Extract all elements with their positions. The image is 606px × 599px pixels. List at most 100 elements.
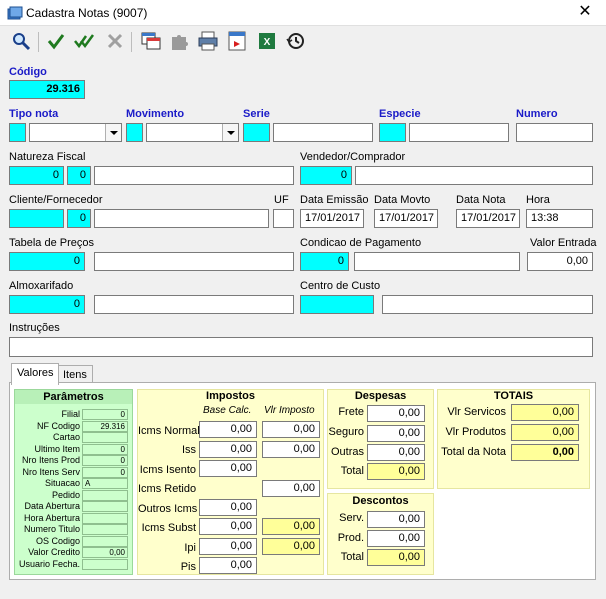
almoxarifado-name[interactable]	[94, 295, 294, 314]
condicao-pagamento-name[interactable]	[354, 252, 520, 271]
outras-label: Outras	[330, 446, 364, 458]
natureza-description[interactable]	[94, 166, 294, 185]
data-nota-field[interactable]: 17/01/2017	[456, 209, 520, 228]
window-title: Cadastra Notas (9007)	[26, 6, 148, 20]
pdf-icon[interactable]	[226, 30, 250, 54]
frete-field[interactable]: 0,00	[367, 405, 425, 422]
centro-custo-code[interactable]	[300, 295, 374, 314]
ipi-base[interactable]: 0,00	[199, 538, 257, 555]
icms-retido-vlr[interactable]: 0,00	[262, 480, 320, 497]
almoxarifado-code[interactable]: 0	[9, 295, 85, 314]
hora-field[interactable]: 13:38	[526, 209, 593, 228]
history-icon[interactable]	[284, 30, 308, 54]
copy-window-icon[interactable]	[140, 30, 164, 54]
icms-normal-vlr[interactable]: 0,00	[262, 421, 320, 438]
outros-icms-base[interactable]: 0,00	[199, 499, 257, 516]
pis-base[interactable]: 0,00	[199, 557, 257, 574]
parametro-value[interactable]	[82, 490, 128, 501]
tabela-precos-name[interactable]	[94, 252, 294, 271]
tipo-nota-dropdown[interactable]	[29, 123, 122, 142]
valor-entrada-label: Valor Entrada	[530, 237, 597, 249]
parametro-label: Ultimo Item	[34, 444, 80, 454]
numero-field[interactable]	[516, 123, 593, 142]
print-icon[interactable]	[197, 30, 221, 54]
descontos-title: Descontos	[352, 495, 409, 507]
check-all-icon[interactable]	[73, 30, 97, 54]
iss-base[interactable]: 0,00	[199, 441, 257, 458]
tab-valores[interactable]: Valores	[11, 363, 60, 385]
parametro-value[interactable]: 0	[82, 455, 128, 466]
parametro-value[interactable]	[82, 559, 128, 570]
vendedor-code[interactable]: 0	[300, 166, 352, 185]
serie-code[interactable]	[243, 123, 270, 142]
chevron-down-icon[interactable]	[105, 124, 121, 141]
icms-subst-base[interactable]: 0,00	[199, 518, 257, 535]
ipi-label: Ipi	[184, 542, 196, 554]
especie-code[interactable]	[379, 123, 406, 142]
close-button[interactable]: ✕	[572, 2, 598, 24]
vendedor-name[interactable]	[355, 166, 593, 185]
check-icon[interactable]	[45, 30, 69, 54]
parametro-value[interactable]: 29.316	[82, 421, 128, 432]
parametro-value[interactable]	[82, 536, 128, 547]
natureza-code1[interactable]: 0	[9, 166, 64, 185]
ipi-vlr[interactable]: 0,00	[262, 538, 320, 555]
puzzle-icon[interactable]	[168, 30, 192, 54]
parametro-value[interactable]	[82, 432, 128, 443]
svg-text:X: X	[264, 37, 271, 48]
despesas-total-field[interactable]: 0,00	[367, 463, 425, 480]
impostos-title: Impostos	[206, 390, 255, 402]
parametro-label: Hora Abertura	[23, 513, 80, 523]
uf-field[interactable]	[273, 209, 294, 228]
especie-field[interactable]	[409, 123, 509, 142]
cancel-icon[interactable]	[104, 30, 128, 54]
codigo-label: Código	[9, 66, 47, 78]
descontos-total-field[interactable]: 0,00	[367, 549, 425, 566]
condicao-pagamento-label: Condicao de Pagamento	[300, 237, 422, 249]
parametro-value[interactable]: 0	[82, 444, 128, 455]
vlr-produtos-field[interactable]: 0,00	[511, 424, 579, 441]
condicao-pagamento-code[interactable]: 0	[300, 252, 349, 271]
icms-subst-vlr[interactable]: 0,00	[262, 518, 320, 535]
data-emissao-field[interactable]: 17/01/2017	[300, 209, 364, 228]
movimento-code[interactable]	[126, 123, 143, 142]
cliente-code2[interactable]: 0	[67, 209, 91, 228]
tipo-nota-code[interactable]	[9, 123, 26, 142]
chevron-down-icon[interactable]	[222, 124, 238, 141]
excel-icon[interactable]: X	[256, 30, 280, 54]
cliente-name[interactable]	[94, 209, 269, 228]
tabela-precos-code[interactable]: 0	[9, 252, 85, 271]
iss-vlr[interactable]: 0,00	[262, 441, 320, 458]
parametro-value[interactable]	[82, 524, 128, 535]
seguro-field[interactable]: 0,00	[367, 425, 425, 442]
parametro-value[interactable]: 0,00	[82, 547, 128, 558]
icms-retido-label: Icms Retido	[138, 483, 197, 495]
desconto-prod-field[interactable]: 0,00	[367, 530, 425, 547]
codigo-field[interactable]: 29.316	[9, 80, 85, 99]
data-movto-field[interactable]: 17/01/2017	[374, 209, 438, 228]
natureza-code2[interactable]: 0	[67, 166, 91, 185]
instrucoes-label: Instruções	[9, 322, 60, 334]
desconto-serv-field[interactable]: 0,00	[367, 511, 425, 528]
centro-custo-name[interactable]	[382, 295, 593, 314]
movimento-dropdown[interactable]	[146, 123, 239, 142]
parametro-value[interactable]	[82, 513, 128, 524]
toolbar-separator	[131, 32, 132, 52]
cliente-code1[interactable]	[9, 209, 64, 228]
serie-field[interactable]	[273, 123, 373, 142]
parametro-value[interactable]	[82, 501, 128, 512]
vlr-produtos-label: Vlr Produtos	[445, 426, 506, 438]
parametro-label: Numero Titulo	[23, 524, 80, 534]
parametro-value[interactable]: A	[82, 478, 128, 489]
vlr-servicos-field[interactable]: 0,00	[511, 404, 579, 421]
icms-normal-base[interactable]: 0,00	[199, 421, 257, 438]
search-icon[interactable]	[10, 30, 34, 54]
parametro-value[interactable]: 0	[82, 467, 128, 478]
parametro-value[interactable]: 0	[82, 409, 128, 420]
total-nota-field[interactable]: 0,00	[511, 444, 579, 461]
valor-entrada-field[interactable]: 0,00	[527, 252, 593, 271]
instrucoes-field[interactable]	[9, 337, 593, 357]
outras-field[interactable]: 0,00	[367, 444, 425, 461]
icms-isento-base[interactable]: 0,00	[199, 460, 257, 477]
tipo-nota-label: Tipo nota	[9, 108, 59, 120]
